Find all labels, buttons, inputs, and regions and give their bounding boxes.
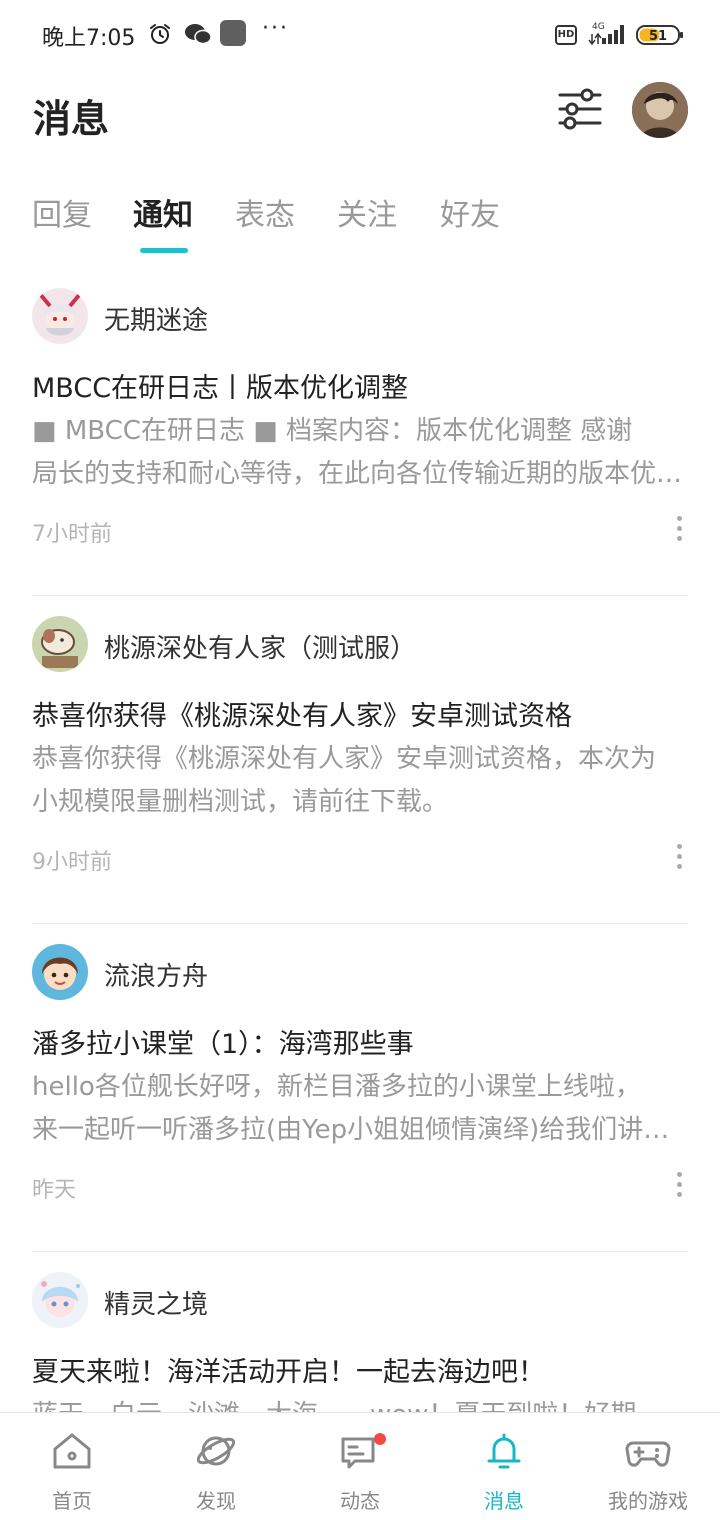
notification-time: 7小时前 [32, 522, 112, 547]
tab-follow[interactable]: 关注 [337, 190, 397, 234]
notification-body-line: 来一起听一听潘多拉(由Yep小姐姐倾情演绎)给我们讲讲海湾的故事 [32, 1115, 688, 1145]
svg-text:4G: 4G [592, 22, 605, 32]
signal-icon: 4G [588, 22, 624, 46]
nav-label: 消息 [484, 1489, 524, 1513]
more-options-icon[interactable] [674, 516, 684, 544]
unread-badge [374, 1433, 386, 1445]
gamepad-icon [625, 1441, 671, 1467]
app-notification-icon [220, 20, 246, 46]
notification-title: 潘多拉小课堂（1）：海湾那些事 [32, 1029, 414, 1060]
list-item[interactable]: 无期迷途 MBCC在研日志丨版本优化调整 ■ MBCC在研日志 ■ 档案内容：版… [32, 268, 688, 596]
notification-body-line: hello各位舰长好呀，新栏目潘多拉的小课堂上线啦， [32, 1072, 641, 1102]
nav-home[interactable]: 首页 [0, 1413, 144, 1520]
svg-text:51: 51 [649, 29, 667, 44]
status-time: 晚上7:05 [42, 26, 136, 51]
notification-body-line: 蓝天、白云、沙滩、大海……wow！夏天到啦！好期待来 [32, 1394, 688, 1412]
nav-label: 发现 [196, 1489, 236, 1513]
user-avatar[interactable] [632, 82, 688, 138]
notification-time: 昨天 [32, 1178, 77, 1203]
bell-icon [487, 1433, 521, 1469]
author-name[interactable]: 流浪方舟 [104, 956, 208, 993]
author-name[interactable]: 桃源深处有人家（测试服） [104, 628, 416, 665]
active-tab-indicator [140, 248, 188, 253]
notification-body-line: 局长的支持和耐心等待，在此向各位传输近期的版本优化调整内容 [32, 459, 688, 489]
home-icon [53, 1433, 91, 1469]
nav-label: 动态 [340, 1489, 380, 1513]
author-avatar[interactable] [32, 288, 88, 344]
battery-icon: 51 [636, 25, 683, 45]
list-item[interactable]: 桃源深处有人家（测试服） 恭喜你获得《桃源深处有人家》安卓测试资格 恭喜你获得《… [32, 596, 688, 924]
notification-title: 夏天来啦！海洋活动开启！一起去海边吧！ [32, 1357, 545, 1388]
nav-discover[interactable]: 发现 [144, 1413, 288, 1520]
notification-body-line: 恭喜你获得《桃源深处有人家》安卓测试资格，本次为 [32, 744, 657, 774]
list-item[interactable]: 精灵之境 夏天来啦！海洋活动开启！一起去海边吧！ 蓝天、白云、沙滩、大海……wo… [32, 1252, 688, 1412]
more-notifications-icon: ··· [262, 16, 289, 41]
notification-body-line: 小规模限量删档测试，请前往下载。 [32, 787, 449, 817]
author-avatar[interactable] [32, 1272, 88, 1328]
author-avatar[interactable] [32, 616, 88, 672]
notification-body: 蓝天、白云、沙滩、大海……wow！夏天到啦！好期待来 [32, 1394, 688, 1412]
filter-settings-icon[interactable] [556, 86, 604, 132]
nav-my-games[interactable]: 我的游戏 [576, 1413, 720, 1520]
alarm-icon [150, 24, 170, 44]
notification-title: 恭喜你获得《桃源深处有人家》安卓测试资格 [32, 701, 572, 732]
tab-notification[interactable]: 通知 [133, 190, 193, 234]
list-item[interactable]: 流浪方舟 潘多拉小课堂（1）：海湾那些事 hello各位舰长好呀，新栏目潘多拉的… [32, 924, 688, 1252]
author-avatar[interactable] [32, 944, 88, 1000]
nav-label: 我的游戏 [608, 1489, 688, 1513]
tab-reply[interactable]: 回复 [32, 190, 92, 234]
tab-reaction[interactable]: 表态 [235, 190, 295, 234]
notification-body: 恭喜你获得《桃源深处有人家》安卓测试资格，本次为 小规模限量删档测试，请前往下载… [32, 738, 688, 824]
hd-icon: HD [555, 25, 577, 45]
notification-title: MBCC在研日志丨版本优化调整 [32, 373, 409, 404]
page-title: 消息 [33, 97, 110, 141]
status-bar: 晚上7:05 ··· HD 4G 51 [0, 0, 720, 70]
bottom-navigation: 首页 发现 动态 消息 我的游戏 [0, 1412, 720, 1520]
author-name[interactable]: 无期迷途 [104, 300, 208, 337]
author-name[interactable]: 精灵之境 [104, 1284, 208, 1321]
nav-label: 首页 [52, 1489, 92, 1513]
notification-body-line: ■ MBCC在研日志 ■ 档案内容：版本优化调整 感谢 [32, 416, 633, 446]
nav-activity[interactable]: 动态 [288, 1413, 432, 1520]
notification-body: ■ MBCC在研日志 ■ 档案内容：版本优化调整 感谢 局长的支持和耐心等待，在… [32, 410, 688, 496]
more-options-icon[interactable] [674, 844, 684, 872]
planet-icon [196, 1436, 236, 1466]
more-options-icon[interactable] [674, 1172, 684, 1200]
nav-messages[interactable]: 消息 [432, 1413, 576, 1520]
notification-list[interactable]: 无期迷途 MBCC在研日志丨版本优化调整 ■ MBCC在研日志 ■ 档案内容：版… [0, 268, 720, 1412]
tab-friends[interactable]: 好友 [440, 190, 500, 234]
notification-time: 9小时前 [32, 850, 112, 875]
notification-body: hello各位舰长好呀，新栏目潘多拉的小课堂上线啦， 来一起听一听潘多拉(由Ye… [32, 1066, 688, 1152]
wechat-icon [185, 24, 212, 45]
